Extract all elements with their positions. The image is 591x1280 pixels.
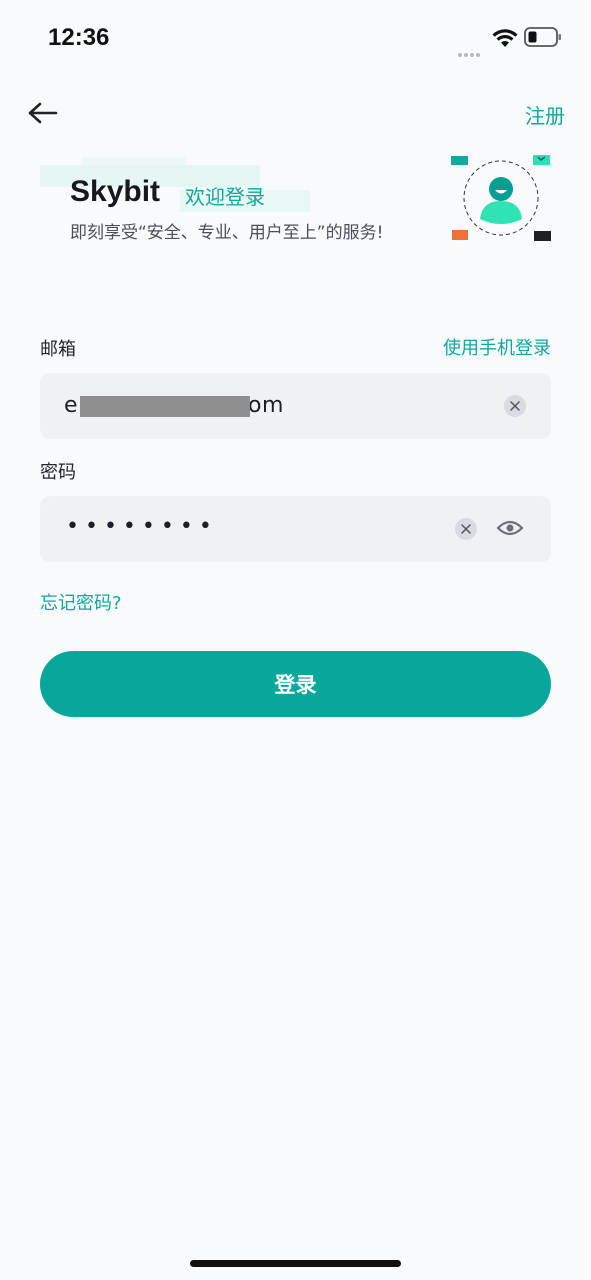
password-field[interactable]: ••••••••: [40, 496, 551, 562]
password-value[interactable]: ••••••••: [66, 514, 218, 539]
password-label: 密码: [40, 462, 76, 483]
login-button[interactable]: 登录: [40, 651, 551, 717]
cellular-signal-icon: [458, 42, 484, 57]
brand-name: Skybit: [70, 175, 161, 208]
avatar-illustration: [451, 155, 551, 241]
welcome-text: 欢迎登录: [185, 185, 265, 209]
redaction-block: [80, 396, 250, 417]
clear-password-icon[interactable]: [455, 518, 477, 540]
login-screen: 12:36 注册 Skybit 欢迎登录 即刻享受“安全、专业、用户至上”的服务…: [0, 0, 591, 1280]
phone-login-link[interactable]: 使用手机登录: [443, 334, 551, 360]
email-label: 邮箱: [40, 339, 76, 360]
register-link[interactable]: 注册: [525, 100, 565, 129]
hero-decoration: [82, 157, 186, 165]
eye-icon[interactable]: [496, 516, 524, 540]
status-time: 12:36: [48, 24, 110, 51]
wifi-icon: [492, 29, 518, 47]
home-indicator[interactable]: [190, 1260, 401, 1267]
tagline: 即刻享受“安全、专业、用户至上”的服务!: [70, 223, 384, 243]
battery-icon: [524, 27, 561, 47]
clear-email-icon[interactable]: [504, 395, 526, 417]
back-arrow-icon[interactable]: [26, 98, 60, 128]
forgot-password-link[interactable]: 忘记密码?: [40, 589, 122, 615]
